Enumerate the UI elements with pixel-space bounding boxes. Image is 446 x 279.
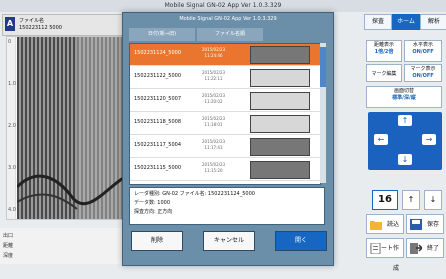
arrow-right-button[interactable]: → <box>422 134 436 145</box>
exit-icon <box>410 243 422 254</box>
file-row[interactable]: 1502231117_5004 2015/02/23 11:17:43 <box>130 136 320 158</box>
file-thumbnail <box>250 115 310 133</box>
header-line2: 150223112 5000 <box>19 25 62 31</box>
count-display: 16 <box>372 190 398 210</box>
file-row[interactable]: 1502231124_5000 2015/02/23 11:24:46 <box>130 44 320 66</box>
file-header: A ファイル名 150223112 5000 <box>2 14 124 36</box>
mark-edit-button[interactable]: マーク編集 <box>366 64 402 82</box>
file-thumbnail <box>250 46 310 64</box>
depth-ruler: 0 1.0 2.0 3.0 4.0 <box>7 37 16 219</box>
screen-switch-button[interactable]: 画面切替 標準/深/縦 <box>366 86 442 108</box>
tab-analysis[interactable]: 解析 <box>420 14 446 30</box>
exit-button[interactable]: 終了 <box>406 238 444 258</box>
header-line1: ファイル名 <box>19 18 45 24</box>
distance-display-button[interactable]: 距離表示 1倍/2倍 <box>366 40 402 62</box>
status-labels: 出口 距離 深度 <box>0 228 122 264</box>
file-row[interactable]: 1502231122_5000 2015/02/23 11:22:11 <box>130 67 320 89</box>
window-title: Mobile Signal GN-02 App Ver 1.0.3.329 <box>0 0 446 12</box>
file-info-panel: レーダ種別: GN-02 ファイル名: 1502231124_5000 データ数… <box>129 187 325 225</box>
file-thumbnail <box>250 138 310 156</box>
report-button[interactable]: レポート作成 <box>366 238 404 272</box>
save-icon <box>410 219 422 230</box>
arrow-down-button[interactable]: ↓ <box>398 154 412 165</box>
file-row[interactable]: 1502231115_5000 2015/02/23 11:15:20 <box>130 159 320 181</box>
file-list-scrollbar[interactable] <box>320 43 326 183</box>
horizontal-display-button[interactable]: 水平表示 ON/OFF <box>404 40 442 62</box>
arrow-up-button[interactable]: ↑ <box>398 115 412 126</box>
read-button[interactable]: 読込 <box>366 214 404 234</box>
mark-display-button[interactable]: マーク表示 ON/OFF <box>404 64 442 82</box>
step-up-button[interactable]: ↑ <box>402 190 420 210</box>
radar-image <box>17 37 125 219</box>
app-logo-icon: A <box>5 17 15 31</box>
sort-tabs: 日付(新→旧) ファイル名順 <box>129 28 327 41</box>
file-thumbnail <box>250 92 310 110</box>
file-row[interactable]: 1502231118_5008 2015/02/23 11:18:01 <box>130 113 320 135</box>
delete-button[interactable]: 削除 <box>131 231 183 251</box>
file-thumbnail <box>250 161 310 179</box>
tab-name-sort[interactable]: ファイル名順 <box>197 28 263 41</box>
radar-view[interactable]: 0 1.0 2.0 3.0 4.0 <box>6 36 126 220</box>
step-down-button[interactable]: ↓ <box>424 190 442 210</box>
save-button[interactable]: 保存 <box>406 214 444 234</box>
open-button[interactable]: 開く <box>275 231 327 251</box>
tab-home[interactable]: ホーム <box>392 14 420 30</box>
cancel-button[interactable]: キャンセル <box>203 231 255 251</box>
arrow-pad: ↑ ← → ↓ <box>368 112 442 170</box>
tab-explore[interactable]: 探査 <box>364 14 392 30</box>
right-tabs: 探査 ホーム 解析 <box>362 12 446 30</box>
file-list: 1502231124_5000 2015/02/23 11:24:46 15022… <box>129 43 321 185</box>
folder-icon <box>370 221 382 230</box>
file-thumbnail <box>250 69 310 87</box>
file-row[interactable]: 1502231120_5007 2015/02/23 11:20:02 <box>130 90 320 112</box>
file-open-dialog: Mobile Signal GN-02 App Ver 1.0.3.329 日付… <box>122 12 334 266</box>
arrow-left-button[interactable]: ← <box>374 134 388 145</box>
scrollbar-thumb[interactable] <box>320 47 326 87</box>
dialog-title: Mobile Signal GN-02 App Ver 1.0.3.329 <box>179 16 277 22</box>
report-icon <box>370 243 381 254</box>
tab-date-sort[interactable]: 日付(新→旧) <box>129 28 195 41</box>
